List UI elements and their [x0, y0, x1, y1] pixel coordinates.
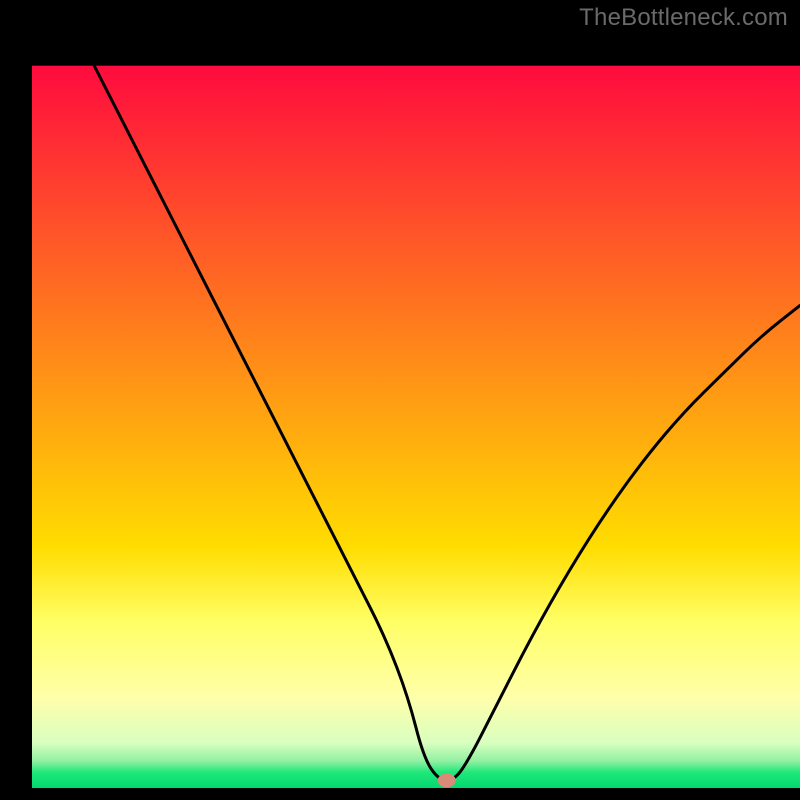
- optimal-point-marker: [438, 773, 456, 787]
- chart-frame: TheBottleneck.com: [0, 0, 800, 800]
- watermark-text: TheBottleneck.com: [579, 4, 788, 32]
- bottleneck-chart: [0, 0, 800, 800]
